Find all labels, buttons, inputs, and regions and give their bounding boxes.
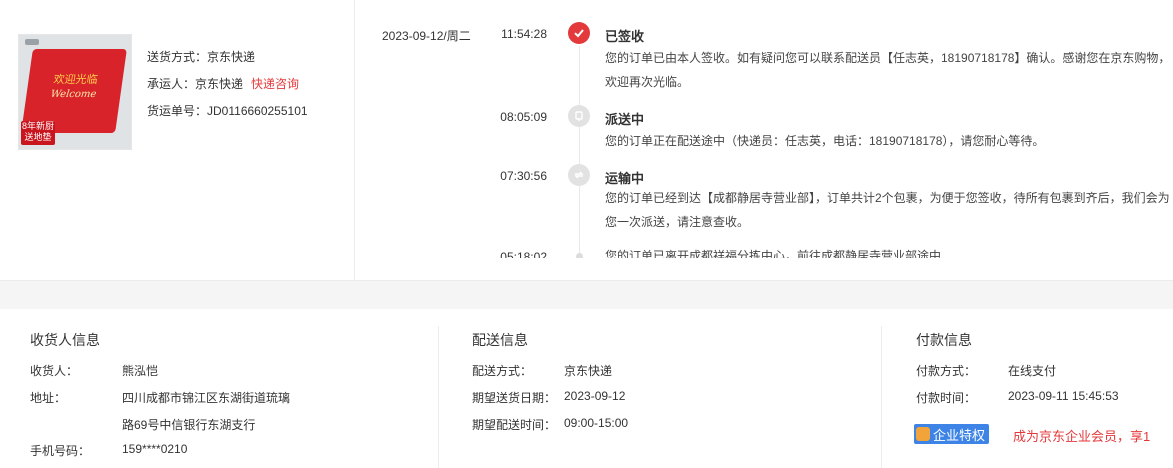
event-status: 派送中 — [605, 112, 645, 127]
event-status: 已签收 — [605, 29, 645, 44]
enterprise-privilege-badge[interactable]: 企业特权 — [914, 424, 990, 444]
waybill-label: 货运单号： — [147, 104, 208, 118]
check-icon — [568, 22, 590, 44]
timeline-date: 2023-09-12/周二 — [382, 29, 471, 43]
payment-method-label: 付款方式： — [916, 364, 977, 378]
promo-sticker: 8年新厨 送地垫 — [21, 121, 55, 145]
payment-method-value: 在线支付 — [1008, 364, 1057, 378]
waybill-row: 货运单号：JD0116660255101 — [147, 101, 308, 128]
brand-logo — [25, 39, 39, 45]
shipping-method-label: 送货方式： — [147, 50, 208, 64]
delivery-icon — [568, 105, 590, 127]
event-description: 您的订单已由本人签收。如有疑问您可以联系配送员【任志英，18190718178】… — [605, 51, 1171, 89]
receiver-name-label: 收货人： — [30, 364, 79, 378]
delivery-method-value: 京东快递 — [564, 364, 613, 378]
event-time: 08:05:09 — [500, 110, 547, 124]
tracking-timeline: 2023-09-12/周二 11:54:28 已签收 您的订单已由本人签收。如有… — [360, 0, 1173, 258]
expected-time-value: 09:00-15:00 — [564, 416, 629, 430]
expected-date-label: 期望送货日期： — [472, 391, 557, 405]
logistics-panel: 欢迎光临 Welcome 8年新厨 送地垫 送货方式：京东快递 承运人：京东快递… — [0, 0, 1173, 280]
payment-time-label: 付款时间： — [916, 391, 977, 405]
receiver-name-value: 熊泓恺 — [122, 364, 159, 378]
express-consult-link[interactable]: 快递咨询 — [251, 77, 299, 91]
event-description: 您的订单正在配送途中（快递员：任志英，电话：18190718178），请您耐心等… — [605, 134, 1045, 148]
enterprise-promo-link[interactable]: 成为京东企业会员，享1 — [1013, 426, 1150, 445]
carrier-row: 承运人：京东快递 快递咨询 — [147, 74, 308, 101]
phone-value: 159****0210 — [122, 442, 188, 456]
section-separator — [0, 280, 1173, 309]
receiver-info: 收货人信息 收货人： 熊泓恺 地址： 四川成都市锦江区东湖街道琉璃 路69号中信… — [30, 308, 430, 468]
event-status: 运输中 — [605, 171, 645, 186]
waybill-value: JD0116660255101 — [207, 104, 308, 118]
expected-time-label: 期望配送时间： — [472, 418, 557, 432]
timeline-line — [579, 46, 580, 258]
event-time: 11:54:28 — [501, 27, 547, 41]
enterprise-icon — [916, 427, 930, 441]
column-divider — [438, 326, 439, 468]
payment-title: 付款信息 — [916, 332, 972, 348]
delivery-method-label: 配送方式： — [472, 364, 533, 378]
payment-time-value: 2023-09-11 15:45:53 — [1008, 389, 1119, 403]
event-time: 07:30:56 — [500, 169, 547, 183]
address-line2: 路69号中信银行东湖支行 — [122, 418, 256, 432]
phone-label: 手机号码： — [30, 444, 91, 458]
badge-label: 企业特权 — [933, 427, 986, 443]
event-time: 05:18:02 — [500, 250, 547, 258]
address-label: 地址： — [30, 391, 67, 405]
timeline-dot — [576, 253, 583, 258]
carrier-value: 京东快递 — [195, 77, 244, 91]
expected-date-value: 2023-09-12 — [564, 389, 626, 403]
event-description: 您的订单已经到达【成都静居寺营业部】，订单共计2个包裹，为便于您签收，待所有包裹… — [605, 191, 1170, 229]
panel-divider — [354, 0, 355, 280]
shipping-method-value: 京东快递 — [207, 50, 256, 64]
shipping-method-row: 送货方式：京东快递 — [147, 47, 308, 74]
event-description: 您的订单已离开成都祥福分拣中心，前往成都静居寺营业部途中 — [605, 249, 942, 258]
product-thumbnail[interactable]: 欢迎光临 Welcome 8年新厨 送地垫 — [18, 34, 132, 150]
shipping-info: 送货方式：京东快递 承运人：京东快递 快递咨询 货运单号：JD0116660255… — [147, 47, 308, 128]
delivery-info: 配送信息 配送方式： 京东快递 期望送货日期： 2023-09-12 期望配送时… — [472, 308, 872, 468]
mat-text-en: Welcome — [49, 89, 98, 100]
delivery-title: 配送信息 — [472, 332, 528, 348]
carrier-label: 承运人： — [147, 77, 196, 91]
transit-icon — [568, 164, 590, 186]
address-line1: 四川成都市锦江区东湖街道琉璃 — [122, 391, 291, 405]
mat-text-cn: 欢迎光临 — [52, 73, 99, 86]
receiver-title: 收货人信息 — [30, 332, 100, 348]
column-divider — [881, 326, 882, 468]
